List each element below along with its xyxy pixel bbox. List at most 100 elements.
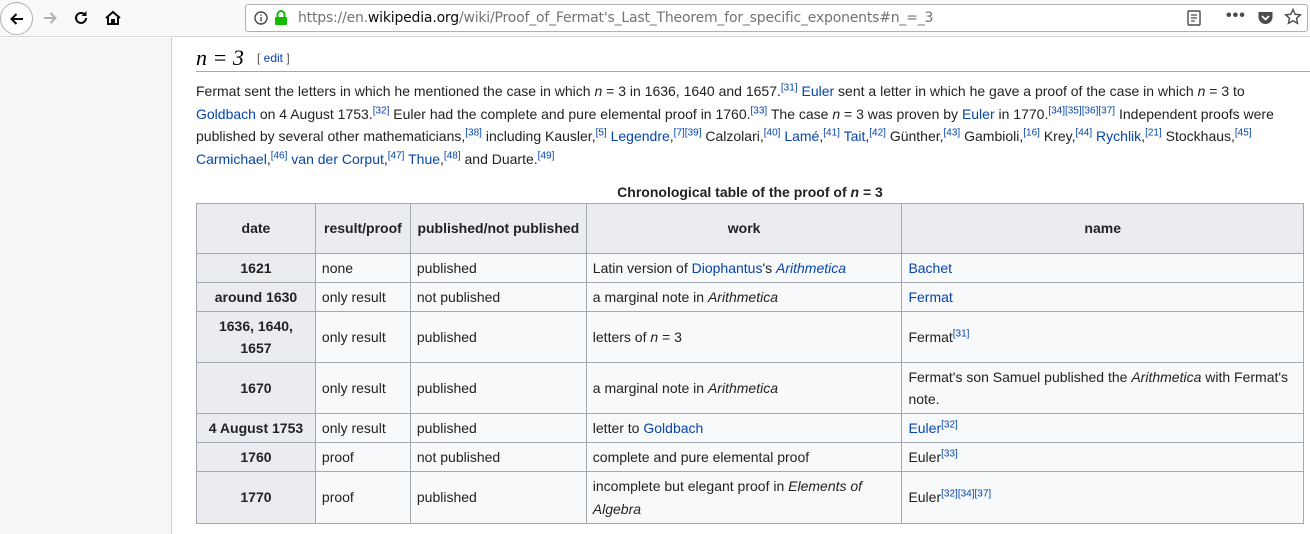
back-arrow-icon	[9, 12, 23, 25]
back-button[interactable]	[0, 2, 33, 35]
ref-link[interactable]: [37]	[975, 489, 992, 500]
date-cell: 1770	[196, 471, 316, 524]
ref-link[interactable]: [21]	[1145, 128, 1162, 139]
ref-link[interactable]: [32]	[941, 419, 958, 430]
ref-link[interactable]: [37]	[1098, 105, 1115, 116]
ref-link[interactable]: [33]	[751, 105, 768, 116]
link-van-der-corput[interactable]: van der Corput	[291, 151, 384, 167]
home-icon	[105, 10, 121, 25]
published-cell: published	[409, 471, 587, 524]
ref-link[interactable]: [38]	[465, 128, 482, 139]
ref-link[interactable]: [43]	[944, 128, 961, 139]
reload-icon	[75, 11, 87, 24]
ref-link[interactable]: [34]	[1048, 105, 1065, 116]
date-cell: 1621	[196, 253, 316, 283]
link-rychlik[interactable]: Rychlik	[1096, 128, 1141, 144]
table-row: around 1630 only result not published a …	[196, 282, 1304, 312]
ref-link[interactable]: [35]	[1065, 105, 1082, 116]
forward-arrow-icon	[44, 12, 57, 24]
column-header: result/proof	[314, 203, 411, 254]
ref-link[interactable]: [46]	[271, 150, 288, 161]
edit-section: [ edit ]	[257, 51, 290, 65]
link-tait[interactable]: Tait	[844, 128, 866, 144]
link-fermat[interactable]: Fermat	[908, 289, 952, 305]
link-lame[interactable]: Lamé	[784, 128, 819, 144]
url-text[interactable]: https://en.wikipedia.org/wiki/Proof_of_F…	[298, 10, 933, 26]
table-row: 1760 proof not published complete and pu…	[196, 442, 1304, 472]
published-cell: published	[409, 253, 587, 283]
link-goldbach[interactable]: Goldbach	[643, 420, 703, 436]
link-bachet[interactable]: Bachet	[908, 260, 952, 276]
result-cell: only result	[314, 413, 411, 443]
reader-view-icon[interactable]	[1186, 10, 1202, 31]
ref-link[interactable]: [34]	[958, 489, 975, 500]
name-cell: Fermat's son Samuel published the Arithm…	[901, 362, 1304, 414]
ref-link[interactable]: [33]	[941, 448, 958, 459]
ref-link[interactable]: [32]	[941, 489, 958, 500]
work-cell: letter to Goldbach	[585, 413, 903, 443]
table-row: 1636, 1640, 1657 only result published l…	[196, 311, 1304, 363]
section-title: n = 3	[196, 45, 244, 70]
published-cell: not published	[409, 282, 587, 312]
name-cell: Fermat	[901, 282, 1304, 312]
link-legendre[interactable]: Legendre	[611, 128, 670, 144]
ref-link[interactable]: [31]	[781, 82, 798, 93]
ref-link[interactable]: [40]	[764, 128, 781, 139]
link-thue[interactable]: Thue	[408, 151, 440, 167]
table-caption: Chronological table of the proof of n = …	[617, 184, 883, 200]
info-icon[interactable]	[254, 11, 268, 30]
link-goldbach[interactable]: Goldbach	[196, 106, 256, 122]
ref-link[interactable]: [16]	[1023, 128, 1040, 139]
ref-link[interactable]: [47]	[388, 150, 405, 161]
name-cell: Euler[33]	[901, 442, 1304, 472]
bookmark-star-icon[interactable]	[1283, 7, 1303, 31]
ref-link[interactable]: [7]	[674, 128, 685, 139]
ref-link[interactable]: [42]	[869, 128, 886, 139]
page-actions-button[interactable]: •••	[1226, 7, 1246, 25]
link-euler[interactable]: Euler	[801, 83, 834, 99]
link-euler[interactable]: Euler	[908, 420, 941, 436]
ref-link[interactable]: [32]	[373, 105, 390, 116]
date-cell: 4 August 1753	[196, 413, 316, 443]
ref-link[interactable]: [49]	[538, 150, 555, 161]
result-cell: proof	[314, 471, 411, 524]
address-bar[interactable]: https://en.wikipedia.org/wiki/Proof_of_F…	[245, 4, 1308, 32]
link-euler[interactable]: Euler	[962, 106, 995, 122]
wiki-sidebar	[0, 38, 172, 534]
work-cell: letters of n = 3	[585, 311, 903, 363]
published-cell: published	[409, 362, 587, 414]
forward-button[interactable]	[35, 3, 65, 33]
ref-link[interactable]: [39]	[685, 128, 702, 139]
edit-link[interactable]: edit	[264, 51, 283, 65]
link-arithmetica[interactable]: Arithmetica	[776, 260, 846, 276]
table-row: 4 August 1753 only result published lett…	[196, 413, 1304, 443]
link-diophantus[interactable]: Diophantus	[692, 260, 763, 276]
date-cell: 1760	[196, 442, 316, 472]
published-cell: published	[409, 413, 587, 443]
column-header: name	[901, 203, 1304, 254]
name-cell: Bachet	[901, 253, 1304, 283]
ref-link[interactable]: [5]	[596, 128, 607, 139]
date-cell: 1636, 1640, 1657	[196, 311, 316, 363]
result-cell: only result	[314, 311, 411, 363]
work-cell: Latin version of Diophantus's Arithmetic…	[585, 253, 903, 283]
ref-link[interactable]: [31]	[953, 328, 970, 339]
section-heading: n = 3 [ edit ]	[196, 45, 1310, 72]
intro-paragraph: Fermat sent the letters in which he ment…	[196, 82, 1274, 168]
ref-link[interactable]: [44]	[1075, 128, 1092, 139]
ref-link[interactable]: [45]	[1235, 128, 1252, 139]
table-row: 1670 only result published a marginal no…	[196, 362, 1304, 414]
home-button[interactable]	[98, 3, 128, 33]
result-cell: proof	[314, 442, 411, 472]
ref-link[interactable]: [48]	[444, 150, 461, 161]
link-carmichael[interactable]: Carmichael	[196, 151, 267, 167]
reload-button[interactable]	[66, 3, 96, 33]
pocket-icon[interactable]	[1257, 10, 1274, 31]
ref-link[interactable]: [41]	[823, 128, 840, 139]
column-header: published/not published	[409, 203, 587, 254]
column-header: date	[196, 203, 316, 254]
table-header-row: date result/proof published/not publishe…	[196, 203, 1304, 254]
lock-icon[interactable]	[274, 10, 288, 31]
work-cell: a marginal note in Arithmetica	[585, 282, 903, 312]
ref-link[interactable]: [36]	[1082, 105, 1099, 116]
